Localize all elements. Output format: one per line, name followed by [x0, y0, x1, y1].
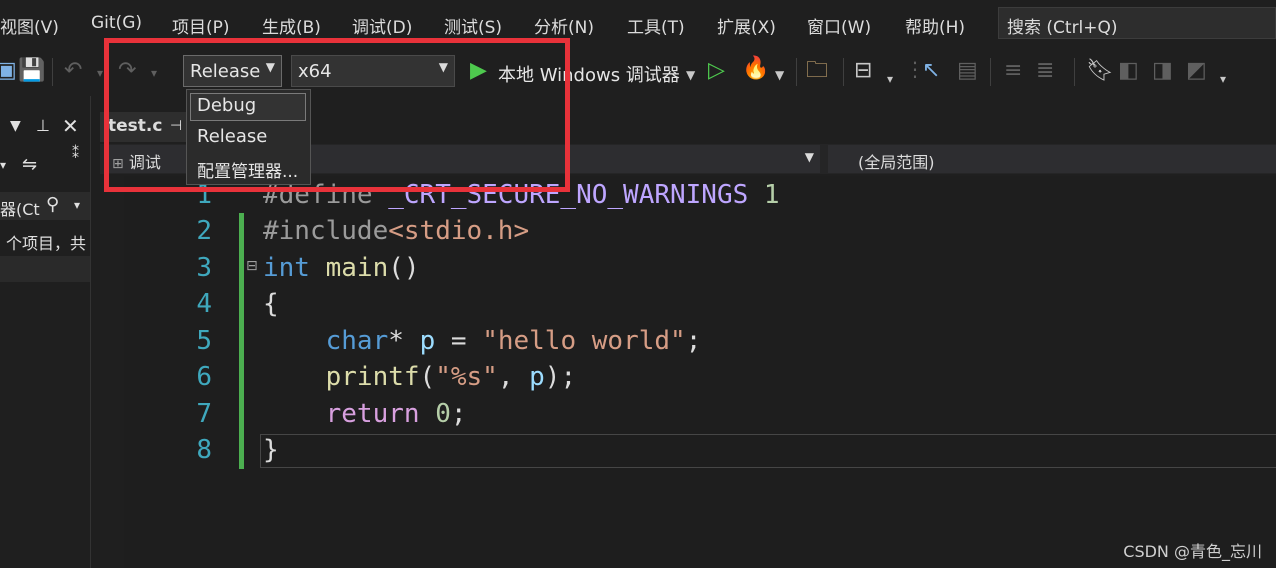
menu-build[interactable]: 生成(B)	[262, 13, 321, 38]
solution-explorer-panel: ▼ ⊥ ✕ ▾ ⇋ ⁑ 器(Ct ⚲ ▾ 个项目，共	[0, 96, 91, 568]
token: {	[263, 289, 279, 319]
previous-bookmark-icon[interactable]: ◧	[1118, 58, 1139, 84]
solution-info-row: 个项目，共	[0, 226, 90, 254]
save-icon[interactable]: 💾	[18, 58, 45, 84]
token: =	[450, 326, 467, 356]
layout-icon[interactable]: ▤	[957, 58, 978, 84]
chevron-down-icon[interactable]: ▾	[0, 158, 6, 172]
menu-debug[interactable]: 调试(D)	[352, 13, 412, 38]
watermark: CSDN @青色_忘川	[1123, 542, 1262, 561]
pin-icon[interactable]: ⊥	[36, 116, 50, 135]
folder-icon[interactable]: 🗀	[806, 58, 828, 84]
next-bookmark-icon[interactable]: ◨	[1152, 58, 1173, 84]
search-box[interactable]: 搜索 (Ctrl+Q)	[998, 7, 1276, 39]
panel-menu-icon[interactable]: ▼	[10, 118, 21, 134]
toolbar-separator	[52, 58, 53, 86]
chevron-down-icon[interactable]: ▾	[74, 198, 80, 212]
line-number: 6	[196, 362, 212, 392]
token: }	[263, 435, 279, 465]
hot-reload-icon[interactable]: 🔥	[742, 56, 769, 82]
sync-icon[interactable]: ⇋	[22, 154, 37, 175]
clear-bookmarks-icon[interactable]: ◩	[1186, 58, 1207, 84]
token: ;	[450, 399, 467, 429]
line-number: 7	[196, 399, 212, 429]
toolbar-separator	[796, 58, 797, 86]
toolbar-separator	[1074, 58, 1075, 86]
chevron-down-icon[interactable]: ▼	[775, 62, 784, 88]
overflow-icon[interactable]: ⁑	[72, 146, 79, 162]
menu-project[interactable]: 项目(P)	[172, 13, 230, 38]
token: "%s"	[435, 362, 498, 392]
code-line-7: return 0;	[263, 399, 467, 429]
menu-window[interactable]: 窗口(W)	[807, 13, 871, 38]
token: #include	[263, 216, 389, 246]
collapse-icon[interactable]: ⊟	[246, 258, 258, 274]
code-line-5: char* p = "hello world";	[263, 326, 702, 356]
solution-info-text: 个项目，共	[6, 234, 87, 253]
token: main	[325, 253, 389, 283]
undo-dropdown-icon[interactable]: ▾	[97, 60, 103, 86]
menu-test[interactable]: 测试(S)	[444, 13, 502, 38]
token: ()	[388, 253, 420, 283]
token: (	[419, 362, 436, 392]
token: char	[325, 326, 389, 356]
solution-search-input[interactable]: 器(Ct ⚲ ▾	[0, 192, 90, 220]
line-number: 3	[196, 253, 212, 283]
menu-help[interactable]: 帮助(H)	[905, 13, 965, 38]
chevron-down-icon: ▼	[804, 150, 814, 164]
bookmark-icon[interactable]: 🔖︎	[1086, 58, 1114, 84]
indent-icon[interactable]: ≡	[1004, 58, 1022, 84]
close-icon[interactable]: ✕	[62, 114, 79, 138]
token: return	[325, 399, 420, 429]
code-line-3: int main()	[263, 253, 420, 283]
token: p	[419, 326, 436, 356]
search-text: 器(Ct	[0, 200, 40, 219]
line-number: 5	[196, 326, 212, 356]
token: 0	[435, 399, 451, 429]
current-line-highlight	[260, 434, 1276, 468]
line-number: 2	[196, 216, 212, 246]
code-line-4: {	[263, 289, 279, 319]
token: <stdio.h>	[388, 216, 530, 246]
global-scope-value: (全局范围)	[858, 153, 935, 172]
menu-tools[interactable]: 工具(T)	[627, 13, 685, 38]
code-line-2: #include<stdio.h>	[263, 216, 529, 246]
menu-analyze[interactable]: 分析(N)	[534, 13, 594, 38]
toolbar-separator	[990, 58, 991, 86]
chevron-down-icon[interactable]: ▼	[686, 62, 695, 88]
toolbar-separator	[843, 58, 844, 86]
token: printf	[325, 362, 420, 392]
token: int	[263, 253, 310, 283]
token: );	[544, 362, 577, 392]
start-without-debugging-icon[interactable]: ▷	[708, 58, 725, 84]
change-tracking-bar	[239, 213, 244, 469]
menu-view[interactable]: 视图(V)	[0, 13, 59, 38]
search-icon[interactable]: ⚲	[46, 194, 59, 215]
global-scope-select[interactable]: (全局范围)	[828, 145, 1276, 173]
token: "hello world"	[482, 326, 686, 356]
line-number: 4	[196, 289, 212, 319]
token: ;	[685, 326, 702, 356]
code-line-8: }	[263, 435, 279, 465]
chevron-down-icon[interactable]: ▾	[887, 66, 893, 92]
outdent-icon[interactable]: ≣	[1036, 58, 1054, 84]
line-number: 8	[196, 435, 212, 465]
token: *	[388, 326, 404, 356]
menu-extensions[interactable]: 扩展(X)	[717, 13, 776, 38]
tree-item-selected[interactable]	[0, 256, 90, 282]
code-line-6: printf("%s", p);	[263, 362, 576, 392]
pointer-icon[interactable]: ↖	[922, 58, 940, 84]
window-layout-icon[interactable]: ⊟	[854, 58, 872, 84]
chevron-down-icon[interactable]: ▾	[1220, 66, 1226, 92]
save-all-icon[interactable]: ▣	[0, 58, 17, 84]
menu-git[interactable]: Git(G)	[91, 13, 142, 33]
token: ,	[497, 362, 514, 392]
token: p	[529, 362, 545, 392]
undo-icon[interactable]: ↶	[64, 58, 82, 84]
red-highlight-box	[104, 38, 570, 192]
token: 1	[763, 180, 780, 210]
